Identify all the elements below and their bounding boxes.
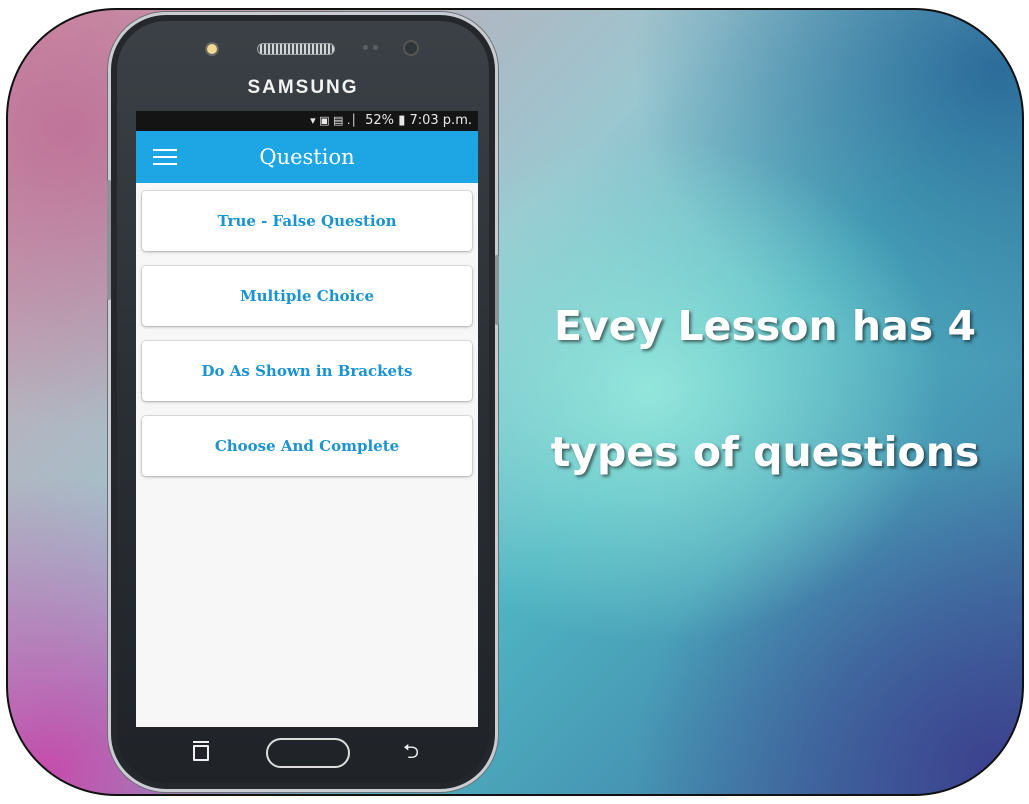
promo-headline-line1: Evey Lesson has 4 (554, 302, 976, 350)
phone-brand-logo: SAMSUNG (247, 77, 359, 98)
do-as-shown-button[interactable]: Do As Shown in Brackets (142, 341, 472, 401)
multiple-choice-button[interactable]: Multiple Choice (142, 266, 472, 326)
promo-headline-line2: types of questions (550, 428, 980, 476)
battery-icon: ▮ (398, 113, 406, 128)
status-bar: ▾ ▣ ▤ .│ 52% ▮ 7:03 p.m. (136, 111, 478, 131)
volume-button (107, 180, 111, 300)
phone-mockup: SAMSUNG ▾ ▣ ▤ .│ 52% ▮ 7:03 p.m. Questio… (107, 12, 499, 792)
power-button (495, 255, 499, 325)
phone-screen: ▾ ▣ ▤ .│ 52% ▮ 7:03 p.m. Question True -… (136, 111, 478, 727)
question-type-list: True - False Question Multiple Choice Do… (136, 183, 478, 476)
sensor-dot (363, 45, 368, 50)
home-button[interactable] (266, 738, 350, 768)
front-camera (403, 40, 419, 56)
choose-and-complete-button[interactable]: Choose And Complete (142, 416, 472, 476)
proximity-sensor (205, 42, 219, 56)
true-false-button[interactable]: True - False Question (142, 191, 472, 251)
phone-nav-bar: ⮌ (136, 727, 478, 777)
page-title: Question (259, 145, 355, 169)
recent-apps-icon[interactable] (193, 741, 209, 761)
back-icon[interactable]: ⮌ (403, 737, 419, 771)
app-bar: Question (136, 131, 478, 183)
earpiece-speaker (257, 43, 335, 55)
status-time: 7:03 p.m. (409, 113, 472, 128)
battery-percent: 52% (365, 113, 395, 128)
sensor-dot (373, 45, 378, 50)
status-icons: ▾ ▣ ▤ .│ (310, 114, 357, 127)
